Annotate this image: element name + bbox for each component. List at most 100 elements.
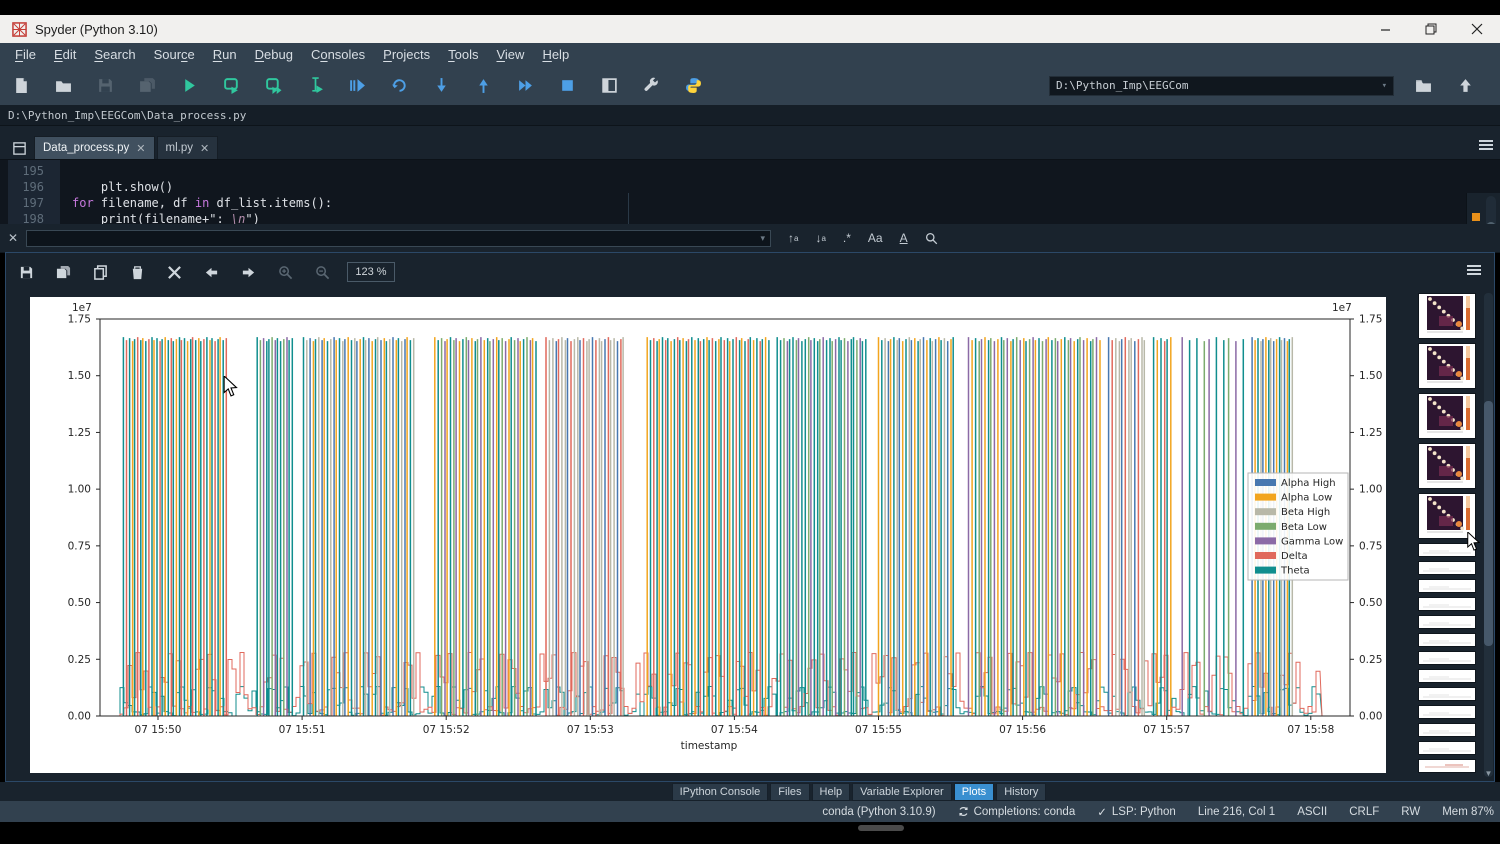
debug-file-button[interactable] bbox=[336, 71, 378, 101]
plot-thumbnail-blank-strip[interactable] bbox=[1418, 687, 1476, 701]
svg-text:Beta High: Beta High bbox=[1281, 507, 1330, 518]
previous-plot-button[interactable] bbox=[193, 260, 230, 284]
pane-tab-variable-explorer[interactable]: Variable Explorer bbox=[852, 783, 952, 801]
menu-source[interactable]: Source bbox=[145, 45, 204, 64]
rerun-cell-button[interactable] bbox=[378, 71, 420, 101]
run-cell-button[interactable] bbox=[210, 71, 252, 101]
find-close-icon[interactable]: ✕ bbox=[0, 231, 26, 245]
menu-run[interactable]: Run bbox=[204, 45, 246, 64]
whole-words-icon[interactable]: A bbox=[900, 231, 908, 245]
breadcrumb-path: D:\Python_Imp\EEGCom\Data_process.py bbox=[8, 109, 246, 122]
working-directory-combobox[interactable]: D:\Python_Imp\EEGCom ▾ bbox=[1049, 76, 1394, 96]
svg-text:1e7: 1e7 bbox=[1332, 302, 1352, 314]
pane-tab-plots[interactable]: Plots bbox=[954, 783, 994, 801]
plot-thumbnail-blank-strip[interactable] bbox=[1418, 741, 1476, 755]
stop-button[interactable] bbox=[546, 71, 588, 101]
tab-label: ml.py bbox=[166, 142, 193, 154]
save-plot-button[interactable] bbox=[8, 260, 45, 284]
menu-help[interactable]: Help bbox=[533, 45, 578, 64]
pane-tab-ipython-console[interactable]: IPython Console bbox=[672, 783, 769, 801]
step-into-button[interactable] bbox=[420, 71, 462, 101]
step-return-button[interactable] bbox=[462, 71, 504, 101]
maximize-pane-button[interactable] bbox=[588, 71, 630, 101]
plot-thumbnail-blank-strip[interactable] bbox=[1418, 705, 1476, 719]
match-case-icon[interactable]: Aa bbox=[868, 231, 883, 245]
completions-status: Completions: conda bbox=[958, 806, 1076, 818]
plot-thumbnail-corr-heatmap[interactable] bbox=[1418, 293, 1476, 339]
plot-thumbnail-blank-strip[interactable] bbox=[1418, 543, 1476, 557]
new-file-button[interactable] bbox=[0, 71, 42, 101]
menu-view[interactable]: View bbox=[487, 45, 533, 64]
plot-thumbnail-blank-strip[interactable] bbox=[1418, 723, 1476, 737]
editor-scrollbar[interactable] bbox=[1486, 196, 1496, 224]
plot-thumbnail-corr-heatmap[interactable] bbox=[1418, 443, 1476, 489]
plot-thumbnail-blank-strip[interactable] bbox=[1418, 633, 1476, 647]
plot-thumbnail-corr-heatmap[interactable] bbox=[1418, 343, 1476, 389]
remove-all-plots-button[interactable] bbox=[156, 260, 193, 284]
plot-thumbnail-corr-heatmap[interactable] bbox=[1418, 493, 1476, 539]
save-all-plots-button[interactable] bbox=[45, 260, 82, 284]
plot-thumbnail-blank-strip[interactable] bbox=[1418, 615, 1476, 629]
chevron-down-icon[interactable]: ▾ bbox=[760, 233, 765, 244]
parent-directory-button[interactable] bbox=[1444, 71, 1486, 101]
menu-tools[interactable]: Tools bbox=[439, 45, 487, 64]
code-editor[interactable]: 195196 plt.show()197for filename, df in … bbox=[0, 159, 1500, 224]
run-button[interactable] bbox=[168, 71, 210, 101]
thumbs-scrollbar-thumb[interactable] bbox=[1484, 401, 1493, 646]
close-button[interactable] bbox=[1454, 15, 1500, 43]
pane-tab-help[interactable]: Help bbox=[812, 783, 851, 801]
copy-plot-button[interactable] bbox=[82, 260, 119, 284]
plot-thumbnail-blank-strip[interactable] bbox=[1418, 651, 1476, 665]
next-plot-button[interactable] bbox=[230, 260, 267, 284]
continue-button[interactable] bbox=[504, 71, 546, 101]
run-selection-button[interactable] bbox=[294, 71, 336, 101]
tab-label: Data_process.py bbox=[43, 142, 129, 154]
menu-search[interactable]: Search bbox=[85, 45, 144, 64]
pane-tab-files[interactable]: Files bbox=[770, 783, 809, 801]
restore-button[interactable] bbox=[1408, 15, 1454, 43]
plot-thumbnail-corr-heatmap[interactable] bbox=[1418, 393, 1476, 439]
chevron-down-icon[interactable]: ▾ bbox=[1382, 81, 1387, 91]
plot-thumbnail-blank-strip[interactable] bbox=[1418, 669, 1476, 683]
svg-text:07 15:57: 07 15:57 bbox=[1143, 724, 1190, 736]
remove-plot-button[interactable] bbox=[119, 260, 156, 284]
thumbs-scroll-down-icon[interactable]: ▼ bbox=[1484, 769, 1493, 779]
plot-thumbnail-faint-red-strip[interactable] bbox=[1418, 759, 1476, 773]
code-line-195: 195 bbox=[0, 164, 1500, 180]
find-next-icon[interactable]: ↓a bbox=[815, 231, 825, 245]
editor-tab-ml-py[interactable]: ml.py ✕ bbox=[157, 136, 219, 159]
plot-thumbnail-blank-strip[interactable] bbox=[1418, 597, 1476, 611]
minimize-button[interactable] bbox=[1362, 15, 1408, 43]
lsp-status: ✓LSP: Python bbox=[1097, 805, 1176, 819]
line-number: 198 bbox=[8, 212, 52, 224]
matplotlib-figure[interactable]: 0.000.000.250.250.500.500.750.751.001.00… bbox=[30, 297, 1386, 773]
plot-thumbnail-blank-strip[interactable] bbox=[1418, 561, 1476, 575]
svg-text:0.25: 0.25 bbox=[68, 654, 91, 666]
editor-tab-data_process-py[interactable]: Data_process.py ✕ bbox=[34, 136, 155, 159]
tab-close-icon[interactable]: ✕ bbox=[200, 142, 209, 155]
find-previous-icon[interactable]: ↑a bbox=[788, 231, 798, 245]
svg-text:Alpha High: Alpha High bbox=[1281, 478, 1336, 489]
pane-tab-history[interactable]: History bbox=[996, 783, 1046, 801]
menu-consoles[interactable]: Consoles bbox=[302, 45, 374, 64]
menu-debug[interactable]: Debug bbox=[246, 45, 302, 64]
svg-text:1e7: 1e7 bbox=[72, 302, 92, 314]
menu-projects[interactable]: Projects bbox=[374, 45, 439, 64]
find-input[interactable]: ▾ bbox=[26, 230, 771, 247]
tab-close-icon[interactable]: ✕ bbox=[136, 142, 145, 155]
browse-tabs-button[interactable] bbox=[4, 137, 34, 159]
editor-options-menu-icon[interactable] bbox=[1478, 138, 1494, 156]
run-cell-advance-button[interactable] bbox=[252, 71, 294, 101]
search-icon[interactable] bbox=[925, 232, 938, 245]
plots-options-menu-icon[interactable] bbox=[1466, 263, 1482, 281]
menu-edit[interactable]: Edit bbox=[45, 45, 85, 64]
menu-file[interactable]: File bbox=[6, 45, 45, 64]
python-env-button[interactable] bbox=[672, 71, 714, 101]
open-folder-button[interactable] bbox=[42, 71, 84, 101]
plot-thumbnail-blank-strip[interactable] bbox=[1418, 579, 1476, 593]
preferences-wrench-button[interactable] bbox=[630, 71, 672, 101]
regex-icon[interactable]: .* bbox=[843, 231, 851, 245]
svg-text:Theta: Theta bbox=[1280, 566, 1310, 577]
browse-directory-button[interactable] bbox=[1402, 71, 1444, 101]
editor-tab-bar: Data_process.py ✕ ml.py ✕ bbox=[0, 133, 1500, 159]
